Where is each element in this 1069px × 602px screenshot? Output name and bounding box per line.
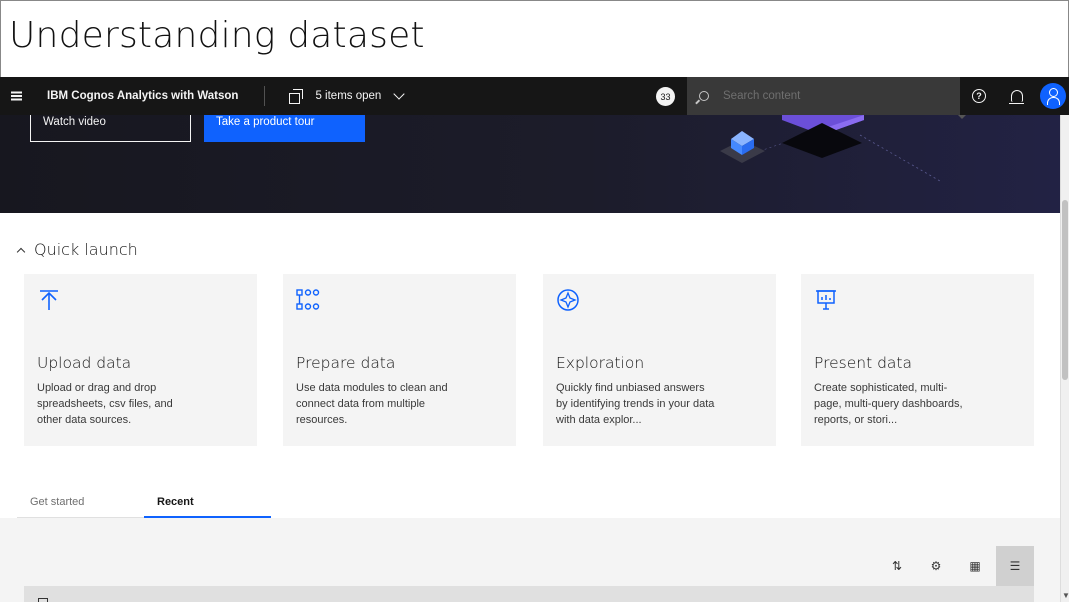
app-brand[interactable]: IBM Cognos Analytics with Watson <box>47 90 238 102</box>
data-module-icon <box>296 289 320 310</box>
tile-description: Upload or drag and drop spreadsheets, cs… <box>37 382 173 426</box>
status-badge[interactable]: 33 <box>656 87 675 106</box>
select-all-checkbox[interactable] <box>38 598 48 602</box>
slide-title-area: Understanding dataset <box>0 0 1069 77</box>
sort-button[interactable]: ⇅ <box>878 546 916 586</box>
welcome-banner: Watch video Take a product tour <box>0 115 1060 213</box>
page-scrollbar[interactable]: ▼ <box>1060 115 1069 602</box>
avatar <box>1039 83 1066 109</box>
watch-video-button[interactable]: Watch video <box>30 115 191 142</box>
chevron-up-icon <box>16 247 26 256</box>
help-button[interactable]: ? <box>960 77 998 115</box>
tab-get-started[interactable]: Get started <box>17 492 144 518</box>
quick-launch-title: Quick launch <box>34 240 138 259</box>
quick-launch-toggle[interactable]: Quick launch <box>16 240 138 259</box>
prepare-data-tile[interactable]: Prepare data Use data modules to clean a… <box>283 274 516 446</box>
tile-description: Create sophisticated, multi-page, multi-… <box>814 382 963 426</box>
upload-data-tile[interactable]: Upload data Upload or drag and drop spre… <box>24 274 257 446</box>
tile-title: Present data <box>814 354 912 372</box>
search-input[interactable] <box>723 90 943 102</box>
menu-icon[interactable] <box>0 77 32 115</box>
tile-title: Prepare data <box>296 354 396 372</box>
table-header <box>24 586 1034 602</box>
upload-icon <box>40 290 58 310</box>
settings-button[interactable]: ⚙ <box>917 546 955 586</box>
list-icon: ☰ <box>1009 559 1021 573</box>
open-items-label: 5 items open <box>315 90 382 102</box>
presentation-icon <box>816 290 836 310</box>
sort-icon: ⇅ <box>891 559 903 573</box>
notifications-button[interactable] <box>998 77 1036 115</box>
scroll-down-arrow-icon[interactable]: ▼ <box>1062 591 1069 600</box>
list-view-button[interactable]: ☰ <box>996 546 1034 586</box>
header-divider <box>264 86 266 106</box>
grid-view-button[interactable]: ▦ <box>956 546 994 586</box>
content-tabs: Get started Recent <box>17 492 271 518</box>
page-title: Understanding dataset <box>9 15 425 56</box>
search-icon <box>699 91 709 101</box>
scrollbar-thumb[interactable] <box>1062 200 1068 380</box>
chevron-down-icon <box>393 87 405 100</box>
tab-recent[interactable]: Recent <box>144 492 271 518</box>
user-button[interactable] <box>1036 77 1069 115</box>
gear-icon: ⚙ <box>930 559 942 573</box>
tile-description: Use data modules to clean and connect da… <box>296 382 448 426</box>
app-header: IBM Cognos Analytics with Watson 5 items… <box>0 77 1069 115</box>
exploration-icon <box>557 289 579 311</box>
bell-icon <box>1009 90 1024 104</box>
open-items-switcher[interactable]: 5 items open <box>289 77 405 115</box>
tile-title: Upload data <box>37 354 132 372</box>
product-tour-button[interactable]: Take a product tour <box>204 115 365 142</box>
present-data-tile[interactable]: Present data Create sophisticated, multi… <box>801 274 1034 446</box>
exploration-tile[interactable]: Exploration Quickly find unbiased answer… <box>543 274 776 446</box>
tile-description: Quickly find unbiased answers by identif… <box>556 382 715 426</box>
search-bar[interactable] <box>687 77 960 115</box>
help-icon: ? <box>972 89 986 103</box>
tile-title: Exploration <box>556 354 645 372</box>
open-items-icon <box>289 89 304 104</box>
recent-panel: ⇅ ⚙ ▦ ☰ <box>0 518 1060 602</box>
grid-icon: ▦ <box>969 559 981 573</box>
